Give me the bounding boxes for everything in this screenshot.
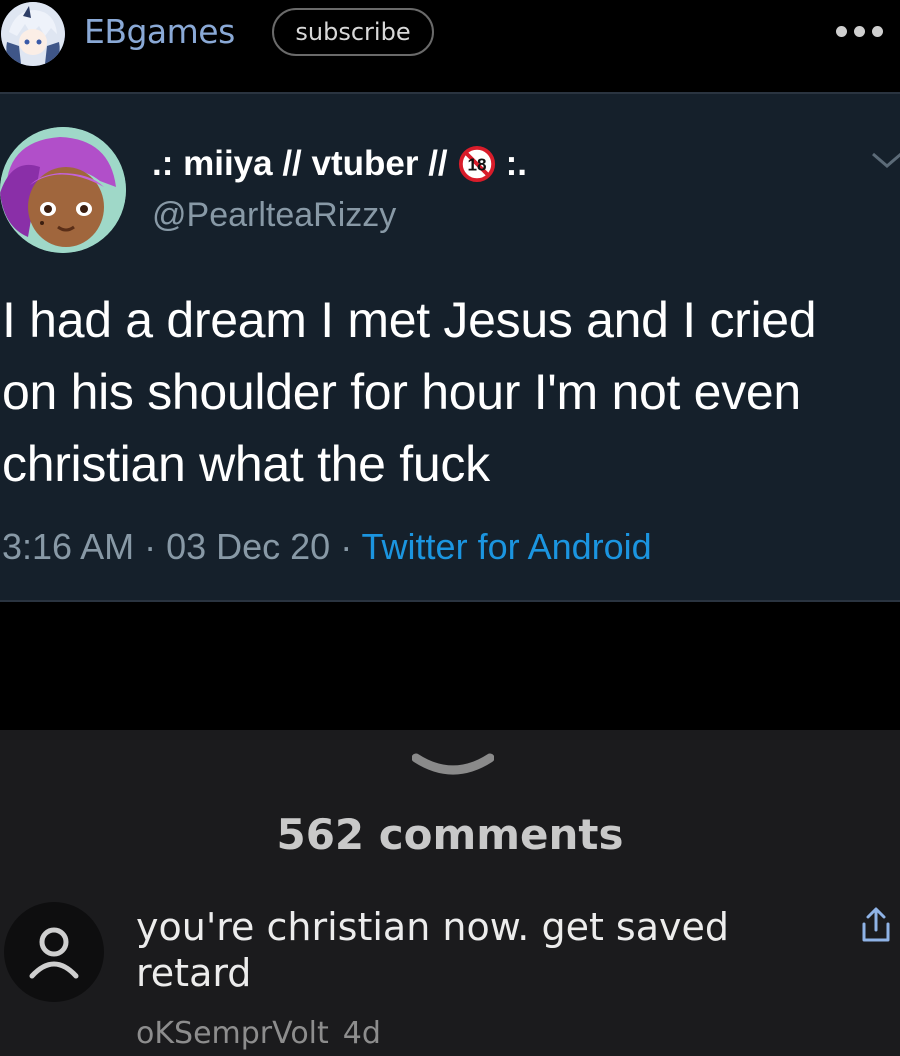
tweet-time: 3:16 AM: [2, 526, 135, 567]
tweet-card: .: miiya // vtuber // 18 :. @PearlteaRiz…: [0, 92, 900, 602]
age-18-badge-icon: 18: [458, 145, 495, 183]
share-icon[interactable]: [858, 906, 894, 944]
commenter-avatar[interactable]: [4, 902, 104, 1002]
more-horizontal-icon[interactable]: [836, 24, 886, 40]
comments-section: 562 comments you're christian now. get s…: [0, 730, 900, 1056]
tweet-date: 03 Dec 20: [166, 526, 331, 567]
tweet-author-avatar[interactable]: [0, 127, 126, 253]
display-name-text: .: miiya // vtuber //: [152, 144, 448, 183]
comment-text: you're christian now. get saved retard: [136, 905, 730, 995]
tweet-meta: 3:16 AM · 03 Dec 20 · Twitter for Androi…: [2, 526, 652, 568]
tweet-handle[interactable]: @PearlteaRizzy: [152, 196, 396, 235]
comment-meta: oKSemprVolt 4d: [136, 1016, 381, 1051]
tweet-display-name[interactable]: .: miiya // vtuber // 18 :.: [152, 144, 527, 184]
meta-separator: ·: [134, 526, 167, 567]
comment-age: 4d: [342, 1016, 381, 1051]
chevron-down-icon[interactable]: [412, 752, 494, 782]
comment-username[interactable]: oKSemprVolt: [136, 1016, 329, 1051]
chevron-down-icon[interactable]: [870, 150, 900, 170]
tweet-text: I had a dream I met Jesus and I cried on…: [2, 292, 817, 492]
meta-separator: ·: [330, 526, 362, 567]
blog-avatar[interactable]: [1, 2, 65, 66]
comment-count: 562 comments: [276, 810, 624, 859]
top-bar: EBgames subscribe: [0, 0, 900, 70]
display-name-suffix: :.: [505, 144, 528, 183]
user-placeholder-icon: [29, 927, 79, 979]
anime-avatar-icon: [1, 2, 65, 66]
tweet-source-link[interactable]: Twitter for Android: [362, 526, 652, 567]
blog-name[interactable]: EBgames: [84, 12, 235, 51]
age-badge-label: 18: [467, 156, 486, 175]
subscribe-button[interactable]: subscribe: [272, 8, 434, 56]
vtuber-avatar-icon: [0, 127, 126, 253]
